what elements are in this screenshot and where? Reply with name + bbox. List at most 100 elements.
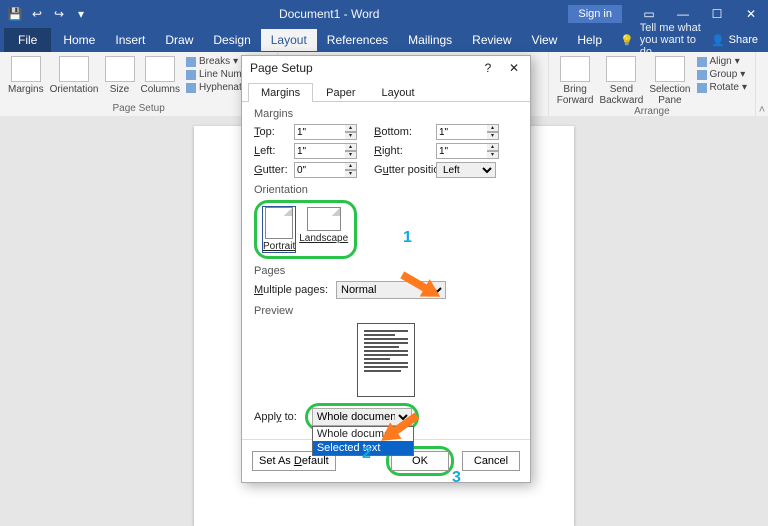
margins-icon: [11, 56, 41, 82]
left-input[interactable]: [294, 143, 346, 159]
tab-layout[interactable]: Layout: [261, 29, 317, 51]
gutter-spinner[interactable]: ▴▾: [345, 162, 357, 178]
rotate-button[interactable]: Rotate ▾: [697, 82, 748, 93]
bring-forward-button[interactable]: Bring Forward: [557, 56, 594, 106]
preview-pane: [254, 323, 518, 397]
line-numbers-icon: [186, 70, 196, 80]
columns-label: Columns: [141, 84, 180, 95]
share-button[interactable]: 👤 Share: [711, 34, 758, 47]
align-button[interactable]: Align ▾: [697, 56, 748, 67]
set-default-label: Set As Default: [259, 455, 329, 467]
tab-design[interactable]: Design: [203, 29, 260, 51]
apply-to-label: Apply to:: [254, 411, 297, 423]
right-label: Right:: [374, 145, 436, 157]
breaks-label: Breaks: [199, 56, 230, 67]
size-icon: [105, 56, 135, 82]
portrait-label: Portrait: [263, 241, 295, 252]
landscape-button[interactable]: Landscape: [299, 207, 348, 252]
document-title: Document1 - Word: [90, 7, 568, 21]
sign-in-button[interactable]: Sign in: [568, 5, 622, 23]
menu-bar: File Home Insert Draw Design Layout Refe…: [0, 28, 768, 52]
group-button[interactable]: Group ▾: [697, 69, 748, 80]
tab-insert[interactable]: Insert: [105, 29, 155, 51]
top-input[interactable]: [294, 124, 346, 140]
dialog-tab-layout[interactable]: Layout: [368, 83, 427, 102]
tab-file[interactable]: File: [4, 28, 51, 52]
lightbulb-icon: 💡: [620, 34, 634, 47]
undo-icon[interactable]: ↩: [28, 5, 46, 23]
landscape-icon: [307, 207, 341, 231]
annotation-1: 1: [403, 229, 412, 247]
left-spinner[interactable]: ▴▾: [345, 143, 357, 159]
top-label: Top:: [254, 126, 294, 138]
orientation-button[interactable]: Orientation: [50, 56, 99, 95]
collapse-ribbon-icon[interactable]: ˄: [756, 52, 768, 116]
dialog-title: Page Setup: [250, 61, 313, 75]
landscape-label: Landscape: [299, 233, 348, 244]
right-input[interactable]: [436, 143, 488, 159]
save-icon[interactable]: 💾: [6, 5, 24, 23]
tab-references[interactable]: References: [317, 29, 398, 51]
preview-page-icon: [357, 323, 415, 397]
preview-section-label: Preview: [254, 305, 518, 317]
margins-button[interactable]: Margins: [8, 56, 44, 95]
group-label: Group: [710, 69, 738, 80]
tab-mailings[interactable]: Mailings: [398, 29, 462, 51]
right-spinner[interactable]: ▴▾: [487, 143, 499, 159]
cancel-button[interactable]: Cancel: [462, 451, 520, 471]
size-button[interactable]: Size: [105, 56, 135, 95]
orientation-label: Orientation: [50, 84, 99, 95]
tab-draw[interactable]: Draw: [155, 29, 203, 51]
left-label: Left:: [254, 145, 294, 157]
bring-forward-icon: [560, 56, 590, 82]
multiple-pages-label: Multiple pages:: [254, 284, 328, 296]
bring-forward-label: Bring Forward: [557, 84, 594, 106]
redo-icon[interactable]: ↪: [50, 5, 68, 23]
top-spinner[interactable]: ▴▾: [345, 124, 357, 140]
ribbon-group-arrange: Bring Forward Send Backward Selection Pa…: [548, 52, 756, 116]
bottom-spinner[interactable]: ▴▾: [487, 124, 499, 140]
breaks-icon: [186, 57, 196, 67]
tab-home[interactable]: Home: [53, 29, 105, 51]
selection-pane-icon: [655, 56, 685, 82]
bottom-input[interactable]: [436, 124, 488, 140]
dialog-tab-paper[interactable]: Paper: [313, 83, 368, 102]
gutter-label: Gutter:: [254, 164, 294, 176]
hyphenation-icon: [186, 83, 196, 93]
tab-view[interactable]: View: [522, 29, 568, 51]
selection-pane-button[interactable]: Selection Pane: [649, 56, 690, 106]
orientation-section-label: Orientation: [254, 184, 518, 196]
send-backward-label: Send Backward: [599, 84, 643, 106]
dialog-tabs: Margins Paper Layout: [242, 80, 530, 102]
close-icon[interactable]: ✕: [734, 0, 768, 28]
columns-icon: [145, 56, 175, 82]
rotate-label: Rotate: [710, 82, 739, 93]
gutter-input[interactable]: [294, 162, 346, 178]
orientation-highlight: Portrait Landscape: [254, 200, 357, 259]
bottom-label: Bottom:: [374, 126, 436, 138]
portrait-icon: [265, 207, 293, 239]
send-backward-button[interactable]: Send Backward: [599, 56, 643, 106]
group-icon: [697, 70, 707, 80]
selection-pane-label: Selection Pane: [649, 84, 690, 106]
annotation-2: 2: [362, 445, 371, 463]
send-backward-icon: [606, 56, 636, 82]
help-icon[interactable]: ?: [480, 61, 496, 75]
tab-help[interactable]: Help: [567, 29, 612, 51]
portrait-button[interactable]: Portrait: [263, 207, 295, 252]
dialog-titlebar[interactable]: Page Setup ? ✕: [242, 56, 530, 80]
share-icon: 👤: [711, 34, 725, 47]
orientation-icon: [59, 56, 89, 82]
dialog-close-icon[interactable]: ✕: [506, 61, 522, 75]
dialog-tab-margins[interactable]: Margins: [248, 83, 313, 102]
share-label: Share: [729, 34, 758, 46]
qat-dropdown-icon[interactable]: ▾: [72, 5, 90, 23]
rotate-icon: [697, 83, 707, 93]
margins-section-label: Margins: [254, 108, 518, 120]
tab-review[interactable]: Review: [462, 29, 521, 51]
ribbon-group-page-setup: Margins Orientation Size Columns Breaks …: [0, 52, 278, 116]
gutter-pos-select[interactable]: Left: [436, 162, 496, 178]
columns-button[interactable]: Columns: [141, 56, 180, 95]
align-icon: [697, 57, 707, 67]
annotation-3: 3: [452, 469, 461, 487]
